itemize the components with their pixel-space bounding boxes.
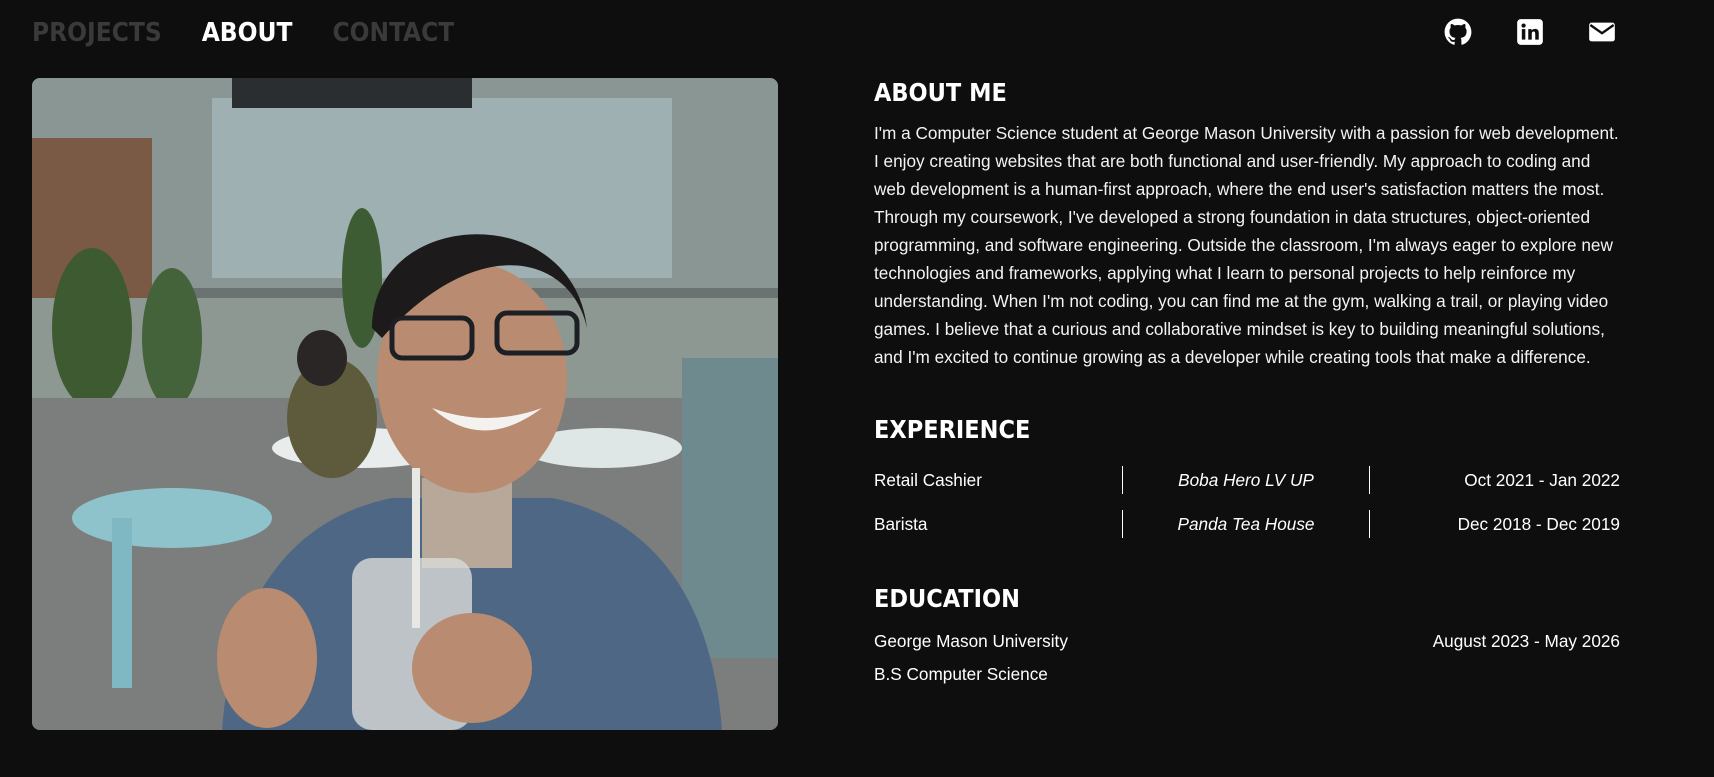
main-nav: PROJECTS ABOUT CONTACT: [32, 18, 454, 48]
experience-row: Barista Panda Tea House Dec 2018 - Dec 2…: [874, 502, 1620, 546]
experience-table: Retail Cashier Boba Hero LV UP Oct 2021 …: [874, 458, 1620, 546]
about-content: ABOUT ME I'm a Computer Science student …: [874, 78, 1620, 685]
social-links: [1444, 18, 1616, 46]
experience-role: Retail Cashier: [874, 469, 982, 490]
experience-heading: EXPERIENCE: [874, 415, 1031, 444]
profile-photo: [32, 78, 778, 730]
nav-contact[interactable]: CONTACT: [332, 18, 454, 48]
education-heading: EDUCATION: [874, 584, 1020, 613]
github-icon[interactable]: [1444, 18, 1472, 46]
experience-company: Panda Tea House: [1177, 513, 1315, 534]
linkedin-icon[interactable]: [1516, 18, 1544, 46]
experience-dates: Dec 2018 - Dec 2019: [1457, 513, 1620, 534]
experience-role: Barista: [874, 513, 928, 534]
education-dates: August 2023 - May 2026: [1432, 631, 1620, 651]
experience-company: Boba Hero LV UP: [1178, 469, 1314, 490]
about-paragraph: I'm a Computer Science student at George…: [874, 123, 1619, 367]
education-school: George Mason University: [874, 631, 1068, 651]
experience-row: Retail Cashier Boba Hero LV UP Oct 2021 …: [874, 458, 1620, 502]
education-row: George Mason University August 2023 - Ma…: [874, 631, 1620, 652]
nav-about[interactable]: ABOUT: [202, 18, 293, 48]
experience-dates: Oct 2021 - Jan 2022: [1464, 469, 1620, 490]
about-heading: ABOUT ME: [874, 78, 1007, 107]
education-degree: B.S Computer Science: [874, 664, 1048, 684]
nav-projects[interactable]: PROJECTS: [32, 18, 162, 48]
mail-icon[interactable]: [1588, 18, 1616, 46]
